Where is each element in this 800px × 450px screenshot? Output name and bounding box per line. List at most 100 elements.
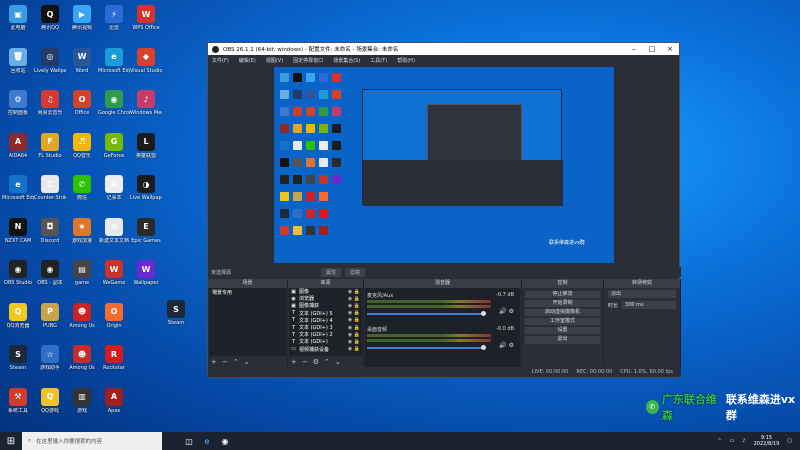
desktop-icon[interactable]: C Counter-Strike	[34, 172, 66, 215]
visibility-lock-icon[interactable]: ◉ 🔒	[348, 332, 360, 338]
control-button[interactable]: 退出	[525, 335, 600, 344]
add-source-button[interactable]: +	[291, 358, 297, 366]
control-button[interactable]: 设置	[525, 326, 600, 335]
desktop-icon[interactable]: S Steam	[2, 342, 34, 385]
source-item[interactable]: T 文本 (GDI+) 2 ◉ 🔒	[289, 331, 362, 339]
desktop-icon[interactable]: ◉ OBS Studio	[2, 257, 34, 300]
visibility-lock-icon[interactable]: ◉ 🔒	[348, 317, 360, 323]
desktop-icon[interactable]: R Rockstar	[98, 342, 130, 385]
desktop-icon[interactable]: ♫ 网易云音乐	[34, 87, 66, 130]
menu-item[interactable]: 工具(T)	[370, 57, 387, 64]
desktop-icon[interactable]: ◉ OBS - 副本	[34, 257, 66, 300]
visibility-lock-icon[interactable]: ◉ 🔒	[348, 296, 360, 302]
desktop-icon[interactable]: ◑ Live Wallpaper	[130, 172, 162, 215]
desktop-icon[interactable]: Q QQ游戏	[34, 385, 66, 428]
visibility-lock-icon[interactable]: ◉ 🔒	[348, 310, 360, 316]
menu-item[interactable]: 编辑(E)	[239, 57, 256, 64]
desktop-icon[interactable]: ≡ 记事本	[98, 172, 130, 215]
remove-source-button[interactable]: −	[302, 358, 308, 366]
desktop-icon[interactable]: ☻ Among Us	[66, 300, 98, 343]
network-icon[interactable]: ▭	[730, 438, 735, 444]
desktop-icon[interactable]: ☻ Among Us	[66, 342, 98, 385]
desktop-icon[interactable]: W WPS Office	[130, 2, 162, 45]
filters-button[interactable]: 滤镜	[345, 268, 366, 277]
control-button[interactable]: 开始录制	[525, 299, 600, 308]
desktop-icon[interactable]: A AIDA64	[2, 130, 34, 173]
desktop-icon[interactable]: O Origin	[98, 300, 130, 343]
menu-item[interactable]: 固定停靠窗口	[293, 57, 323, 64]
transition-select[interactable]: 淡出	[608, 290, 676, 298]
visibility-lock-icon[interactable]: ◉ 🔒	[348, 346, 360, 352]
volume-slider[interactable]	[367, 313, 483, 315]
source-item[interactable]: ▣ 图像捕获 ◉ 🔒	[289, 302, 362, 310]
menu-item[interactable]: 文件(F)	[212, 57, 229, 64]
desktop-icon[interactable]: eMicrosoft Edge	[98, 45, 130, 88]
chevron-up-icon[interactable]: ⌃	[717, 438, 721, 444]
control-button[interactable]: 工作室模式	[525, 317, 600, 326]
desktop-icon[interactable]: ◆ Visual Studio	[130, 45, 162, 88]
volume-slider[interactable]	[367, 347, 483, 349]
remove-scene-button[interactable]: −	[222, 358, 228, 366]
desktop-icon[interactable]: 🗑 回收站	[2, 45, 34, 88]
desktop-icon[interactable]: Q QQ浏览器	[2, 300, 34, 343]
desktop-icon[interactable]: ♬ QQ音乐	[66, 130, 98, 173]
source-down-button[interactable]: ⌄	[335, 358, 341, 366]
desktop-icon[interactable]: ☆ 游戏助手	[34, 342, 66, 385]
desktop-icon[interactable]: P PUBG	[34, 300, 66, 343]
desktop-icon[interactable]: ⚒ 系统工具	[2, 385, 34, 428]
source-item[interactable]: T 文本 (GDI+) 4 ◉ 🔒	[289, 317, 362, 324]
maximize-button[interactable]: □	[643, 45, 661, 53]
desktop-icon[interactable]: ♪ Windows Media	[130, 87, 162, 130]
desktop-icon[interactable]: W WeGame	[98, 257, 130, 300]
edge-taskbar-icon[interactable]: e	[200, 434, 214, 448]
desktop-icon[interactable]: ▥ 游戏	[66, 385, 98, 428]
task-view-icon[interactable]: ◫	[182, 434, 196, 448]
menu-item[interactable]: 视图(V)	[266, 57, 283, 64]
move-down-button[interactable]: ⌄	[244, 358, 250, 366]
menu-item[interactable]: 场景集合(S)	[333, 57, 360, 64]
volume-icon[interactable]: ♪	[742, 438, 745, 444]
volume-slider-handle[interactable]	[481, 311, 486, 316]
desktop-icon[interactable]: A Apex	[98, 385, 130, 428]
desktop-icon[interactable]: ◘ Discord	[34, 215, 66, 258]
properties-button[interactable]: 属性	[321, 268, 342, 277]
obs-taskbar-icon[interactable]: ◉	[218, 434, 232, 448]
source-item[interactable]: T 文本 (GDI+) 3 ◉ 🔒	[289, 324, 362, 332]
desktop-icon[interactable]: ★ 游戏加速	[66, 215, 98, 258]
taskbar-search[interactable]: ⌕ 在这里输入你要搜索的内容	[22, 432, 162, 450]
preview-canvas[interactable]: 联系维森进vx群	[274, 67, 614, 263]
source-item[interactable]: ▣ 图像 ◉ 🔒	[289, 288, 362, 296]
desktop-icon[interactable]: G GeForce	[98, 130, 130, 173]
desktop-icon-steam[interactable]: S Steam	[160, 297, 192, 326]
clock[interactable]: 9:15 2022/8/19	[754, 435, 780, 447]
control-button[interactable]: 启动虚拟摄像机	[525, 308, 600, 317]
desktop-icon[interactable]: W Wallpaper	[130, 257, 162, 300]
desktop-icon[interactable]: ⚙ 控制面板	[2, 87, 34, 130]
desktop-icon[interactable]: N NZXT CAM	[2, 215, 34, 258]
start-button[interactable]: ⊞	[0, 432, 22, 450]
visibility-lock-icon[interactable]: ◉ 🔒	[348, 289, 360, 295]
scene-item[interactable]: 場景专用	[209, 288, 286, 297]
desktop-icon[interactable]: Q 腾讯QQ	[34, 2, 66, 45]
control-button[interactable]: 停止推流	[525, 290, 600, 299]
desktop-icon[interactable]: E Epic Games	[130, 215, 162, 258]
volume-slider-handle[interactable]	[481, 345, 486, 350]
notification-icon[interactable]: ▢	[787, 438, 792, 444]
move-up-button[interactable]: ⌃	[233, 358, 239, 366]
duration-input[interactable]: 300 ms	[622, 301, 676, 309]
desktop-icon[interactable]: ◉ Google Chrome	[98, 87, 130, 130]
desktop-icon[interactable]: ▣ 此电脑	[2, 2, 34, 45]
desktop-icon[interactable]: ✆ 微信	[66, 172, 98, 215]
add-scene-button[interactable]: +	[211, 358, 217, 366]
desktop-icon[interactable]: eMicrosoft Edge	[2, 172, 34, 215]
visibility-lock-icon[interactable]: ◉ 🔒	[348, 303, 360, 309]
minimize-button[interactable]: –	[625, 45, 643, 53]
source-settings-button[interactable]: ⚙	[313, 358, 319, 366]
speaker-gear-icon[interactable]: 🔊 ⚙	[499, 308, 514, 315]
desktop-icon[interactable]: L 英雄联盟	[130, 130, 162, 173]
source-item[interactable]: T 文本 (GDI+) 5 ◉ 🔒	[289, 310, 362, 317]
source-item[interactable]: ◉ 浏览器 ◉ 🔒	[289, 295, 362, 303]
desktop-icon[interactable]: ▶ 腾讯视频	[66, 2, 98, 45]
desktop-icon[interactable]: F FL Studio	[34, 130, 66, 173]
desktop-icon[interactable]: ≡ 新建文本文档	[98, 215, 130, 258]
